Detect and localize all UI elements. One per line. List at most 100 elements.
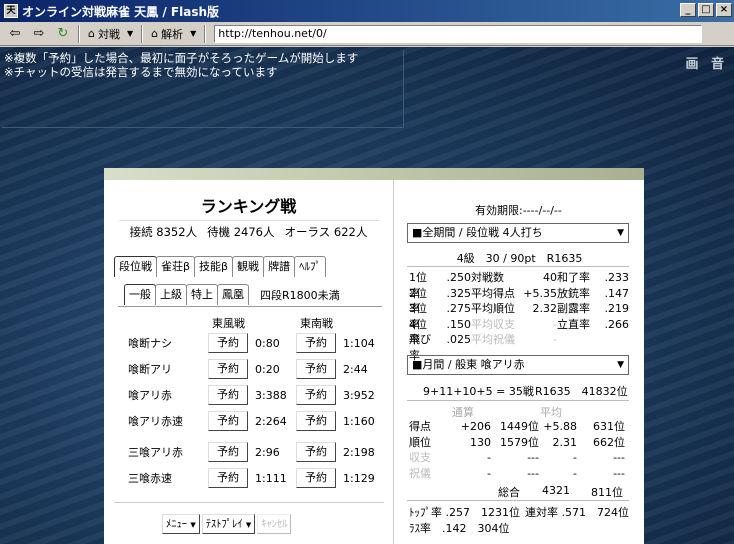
month-select-value: ■月間 / 般東 喰アリ赤 xyxy=(412,358,525,371)
col-header-east: 東風戦 xyxy=(212,317,245,330)
period-select[interactable]: ■全期間 / 段位戦 4人打ち ▼ xyxy=(407,223,629,243)
back-icon[interactable]: ⇦ xyxy=(4,24,26,44)
reserve-east-button[interactable]: 予約 xyxy=(208,468,248,488)
subtab-joukyu[interactable]: 上級 xyxy=(155,284,187,305)
stat-label: 平均得点 xyxy=(471,286,515,300)
minimize-button[interactable]: _ xyxy=(680,3,696,17)
east-count: 0:20 xyxy=(255,362,280,376)
subtab-ippan[interactable]: 一般 xyxy=(124,284,156,305)
stats-divider xyxy=(407,266,629,267)
table-cell: +206 xyxy=(460,420,491,433)
stat-value: - xyxy=(553,333,557,346)
chat-line: ※チャットの受信は発言するまで無効になっています xyxy=(4,65,278,79)
maximize-button[interactable]: □ xyxy=(698,3,714,17)
stat-value: .266 xyxy=(604,317,630,331)
reserve-south-button[interactable]: 予約 xyxy=(296,442,336,462)
rank-requirement: 四段R1800未満 xyxy=(260,288,340,302)
stat-value: .275 xyxy=(446,302,472,315)
table-row-label: 祝儀 xyxy=(409,466,431,480)
game-row: 喰アリ赤速 予約 2:264 予約 1:160 xyxy=(128,411,384,431)
window-titlebar: 天 オンライン対戦麻雀 天鳳 / Flash版 _ □ × xyxy=(0,0,734,22)
toolbar-separator xyxy=(141,24,144,43)
reserve-south-button[interactable]: 予約 xyxy=(296,333,336,353)
stat-label: 平均順位 xyxy=(471,302,515,315)
chevron-down-icon: ▼ xyxy=(190,521,196,529)
taisen-button[interactable]: ⌂ 対戦 ▼ xyxy=(84,24,137,44)
top-rate: ﾄｯﾌﾟ率 .257 1231位 xyxy=(409,506,520,519)
window-title: オンライン対戦麻雀 天鳳 / Flash版 xyxy=(22,4,220,19)
reserve-east-button[interactable]: 予約 xyxy=(208,333,248,353)
rating-line: R1635 41832位 xyxy=(535,385,628,398)
stat-label: 和了率 xyxy=(557,271,590,284)
graphics-sound-toggles[interactable]: 画 音 xyxy=(685,53,728,72)
reserve-south-button[interactable]: 予約 xyxy=(296,359,336,379)
table-row-label: 得点 xyxy=(409,420,431,433)
stats-divider xyxy=(407,400,629,401)
month-select[interactable]: ■月間 / 般東 喰アリ赤 ▼ xyxy=(407,355,629,375)
tab-help[interactable]: ﾍﾙﾌﾟ xyxy=(294,256,327,277)
tab-dani[interactable]: 段位戦 xyxy=(114,256,157,277)
stat-value: .233 xyxy=(604,271,630,284)
forward-icon[interactable]: ⇨ xyxy=(28,24,50,44)
table-row-label: 順位 xyxy=(409,435,431,449)
table-cell: 2.31 xyxy=(552,435,578,449)
bottom-buttons: ﾒﾆｭｰ ▼ ﾃｽﾄﾌﾟﾚｲ ▼ ｷｬﾝｾﾙ xyxy=(162,514,292,534)
tab-ginou[interactable]: 技能β xyxy=(194,256,234,277)
chevron-down-icon: ▼ xyxy=(126,29,134,38)
game-row: 喰アリ赤 予約 3:388 予約 3:952 xyxy=(128,385,384,405)
testplay-button[interactable]: ﾃｽﾄﾌﾟﾚｲ ▼ xyxy=(201,514,256,534)
col-header-south: 東南戦 xyxy=(300,317,333,330)
south-count: 1:129 xyxy=(343,471,375,485)
lobby-panel: ランキング戦 接続 8352人 待機 2476人 オーラス 622人 段位戦 雀… xyxy=(104,168,644,544)
reserve-south-button[interactable]: 予約 xyxy=(296,411,336,431)
subtab-houou[interactable]: 鳳凰 xyxy=(217,284,249,305)
period-select-value: ■全期間 / 段位戦 4人打ち xyxy=(412,226,543,239)
refresh-icon[interactable]: ↻ xyxy=(52,24,74,44)
tab-kansen[interactable]: 観戦 xyxy=(232,256,265,277)
waiting-count: 待機 2476人 xyxy=(207,225,275,239)
table-cell: 1579位 xyxy=(500,435,539,449)
url-field[interactable]: http://tenhou.net/0/ xyxy=(214,24,703,43)
stats-panel: 有効期限:----/--/-- ■全期間 / 段位戦 4人打ち ▼ 4級 30 … xyxy=(395,180,644,544)
reserve-east-button[interactable]: 予約 xyxy=(208,359,248,379)
table-cell: - xyxy=(573,466,577,480)
kaiseki-button[interactable]: ⌂ 解析 ▼ xyxy=(147,24,200,44)
table-row-label: 収支 xyxy=(409,451,431,464)
reserve-east-button[interactable]: 予約 xyxy=(208,385,248,405)
chevron-down-icon: ▼ xyxy=(617,360,624,370)
rentai-rate: 連対率 .571 724位 xyxy=(525,506,629,519)
overall-label: 総合 xyxy=(498,486,520,499)
expiry-date: 有効期限:----/--/-- xyxy=(475,204,562,217)
game-type: 喰アリ赤 xyxy=(128,389,172,402)
game-row: 三喰アリ赤 予約 2:96 予約 2:198 xyxy=(128,442,384,462)
chevron-down-icon: ▼ xyxy=(617,228,624,238)
overall-value: 4321 xyxy=(542,484,570,497)
south-count: 3:952 xyxy=(343,388,375,402)
stat-label: 放銃率 xyxy=(557,286,590,300)
tab-jansou[interactable]: 雀荘β xyxy=(156,256,196,277)
reserve-east-button[interactable]: 予約 xyxy=(208,442,248,462)
stat-label: 副露率 xyxy=(557,302,590,315)
chevron-down-icon: ▼ xyxy=(245,521,252,529)
reserve-east-button[interactable]: 予約 xyxy=(208,411,248,431)
table-cell: 662位 xyxy=(593,435,625,449)
stat-value: 40 xyxy=(543,271,557,284)
toolbar: ⇦ ⇨ ↻ ⌂ 対戦 ▼ ⌂ 解析 ▼ http://tenhou.net/0/ xyxy=(0,22,734,46)
south-count: 1:104 xyxy=(343,336,375,350)
table-cell: --- xyxy=(613,466,625,480)
game-row: 喰断ナシ 予約 0:80 予約 1:104 xyxy=(128,333,384,353)
reserve-south-button[interactable]: 予約 xyxy=(296,468,336,488)
east-count: 0:80 xyxy=(255,336,280,350)
game-stage: ※複数「予約」した場合、最初に面子がそろったゲームが開始します ※チャットの受信… xyxy=(0,47,734,544)
subtab-tokujou[interactable]: 特上 xyxy=(186,284,218,305)
title-divider xyxy=(118,220,379,221)
cancel-button[interactable]: ｷｬﾝｾﾙ xyxy=(257,514,292,534)
main-tabs: 段位戦 雀荘β 技能β 観戦 牌譜 ﾍﾙﾌﾟ xyxy=(114,256,327,277)
stat-label: 対戦数 xyxy=(471,271,504,284)
menu-button[interactable]: ﾒﾆｭｰ ▼ xyxy=(162,514,200,534)
tab-haifu[interactable]: 牌譜 xyxy=(263,256,296,277)
stat-value: - xyxy=(553,317,557,331)
stat-label: 平均祝儀 xyxy=(471,333,515,346)
reserve-south-button[interactable]: 予約 xyxy=(296,385,336,405)
close-button[interactable]: × xyxy=(716,3,732,17)
